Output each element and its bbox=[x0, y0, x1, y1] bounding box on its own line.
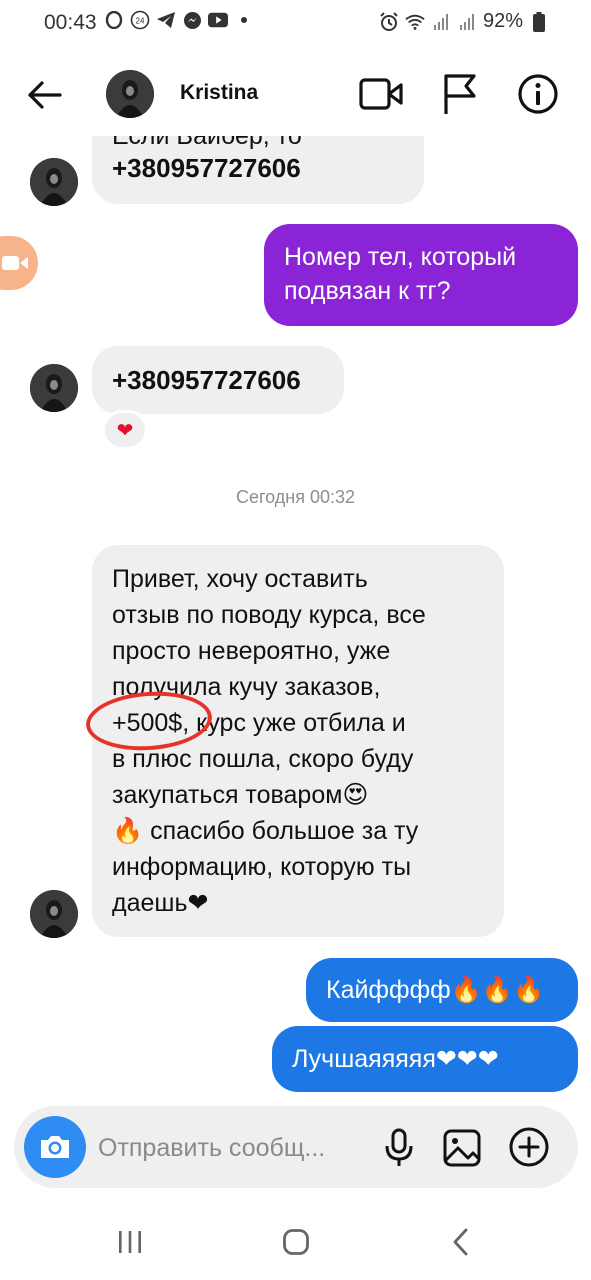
message-text-line: даешь❤ bbox=[112, 889, 209, 917]
camera-button[interactable] bbox=[24, 1116, 86, 1178]
message-thread[interactable]: Если Вайбер, то +380957727606 Номер тел,… bbox=[0, 0, 591, 1280]
video-camera-icon bbox=[2, 256, 28, 270]
outgoing-message[interactable]: Номер тел, который подвязан к тг? bbox=[264, 224, 578, 326]
recent-apps-icon bbox=[119, 1231, 141, 1253]
contact-avatar[interactable] bbox=[30, 890, 78, 938]
system-back-button[interactable] bbox=[450, 1228, 472, 1256]
message-text-line: просто невероятно, уже bbox=[112, 637, 391, 665]
timestamp-separator: Сегодня 00:32 bbox=[235, 487, 356, 507]
message-text-line: 🔥 спасибо большое за ту bbox=[112, 817, 419, 845]
message-input[interactable] bbox=[98, 1128, 360, 1168]
chat-header: Kristina bbox=[0, 50, 591, 136]
message-text-line: отзыв по поводу курса, все bbox=[112, 601, 426, 629]
plus-circle-icon bbox=[509, 1127, 549, 1167]
message-composer bbox=[14, 1106, 578, 1188]
outgoing-message[interactable]: Лучшаяяяяя❤❤❤ bbox=[272, 1026, 578, 1092]
info-button[interactable] bbox=[516, 72, 560, 116]
incoming-message[interactable]: +380957727606 bbox=[92, 346, 344, 414]
message-text: Лучшаяяяяя❤❤❤ bbox=[292, 1045, 499, 1073]
heart-reaction[interactable]: ❤ bbox=[102, 410, 148, 450]
arrow-left-icon bbox=[28, 81, 62, 109]
contact-name[interactable]: Kristina bbox=[180, 81, 258, 105]
flag-icon bbox=[444, 74, 476, 114]
message-text: +380957727606 bbox=[112, 365, 301, 395]
message-text-line: закупаться товаром😍 bbox=[112, 781, 369, 809]
microphone-icon bbox=[385, 1128, 413, 1166]
contact-avatar[interactable] bbox=[30, 158, 78, 206]
gallery-button[interactable] bbox=[442, 1128, 482, 1168]
voice-message-button[interactable] bbox=[382, 1128, 416, 1168]
home-button[interactable] bbox=[282, 1228, 310, 1256]
info-icon bbox=[518, 74, 558, 114]
system-navigation-bar bbox=[0, 1200, 591, 1280]
video-call-button[interactable] bbox=[358, 72, 404, 116]
message-text: Кайфффф🔥🔥🔥 bbox=[326, 976, 545, 1004]
heart-icon: ❤ bbox=[116, 419, 134, 442]
outgoing-message[interactable]: Кайфффф🔥🔥🔥 bbox=[306, 958, 578, 1022]
recent-apps-button[interactable] bbox=[116, 1230, 144, 1254]
back-button[interactable] bbox=[24, 74, 66, 116]
camera-icon bbox=[41, 1136, 69, 1158]
message-text: Номер тел, который bbox=[284, 243, 517, 271]
contact-avatar[interactable] bbox=[30, 364, 78, 412]
home-icon bbox=[283, 1229, 309, 1255]
message-text-line: Привет, хочу оставить bbox=[112, 565, 368, 593]
image-icon bbox=[443, 1129, 481, 1167]
floating-video-chat-button[interactable] bbox=[0, 236, 38, 290]
message-text-line: информацию, которую ты bbox=[112, 853, 412, 881]
video-camera-icon bbox=[359, 78, 403, 110]
more-options-button[interactable] bbox=[508, 1126, 550, 1168]
report-button[interactable] bbox=[440, 72, 480, 116]
message-text: +380957727606 bbox=[112, 153, 301, 183]
chevron-left-icon bbox=[453, 1228, 468, 1256]
header-avatar[interactable] bbox=[106, 70, 154, 118]
message-text: подвязан к тг? bbox=[284, 277, 451, 305]
